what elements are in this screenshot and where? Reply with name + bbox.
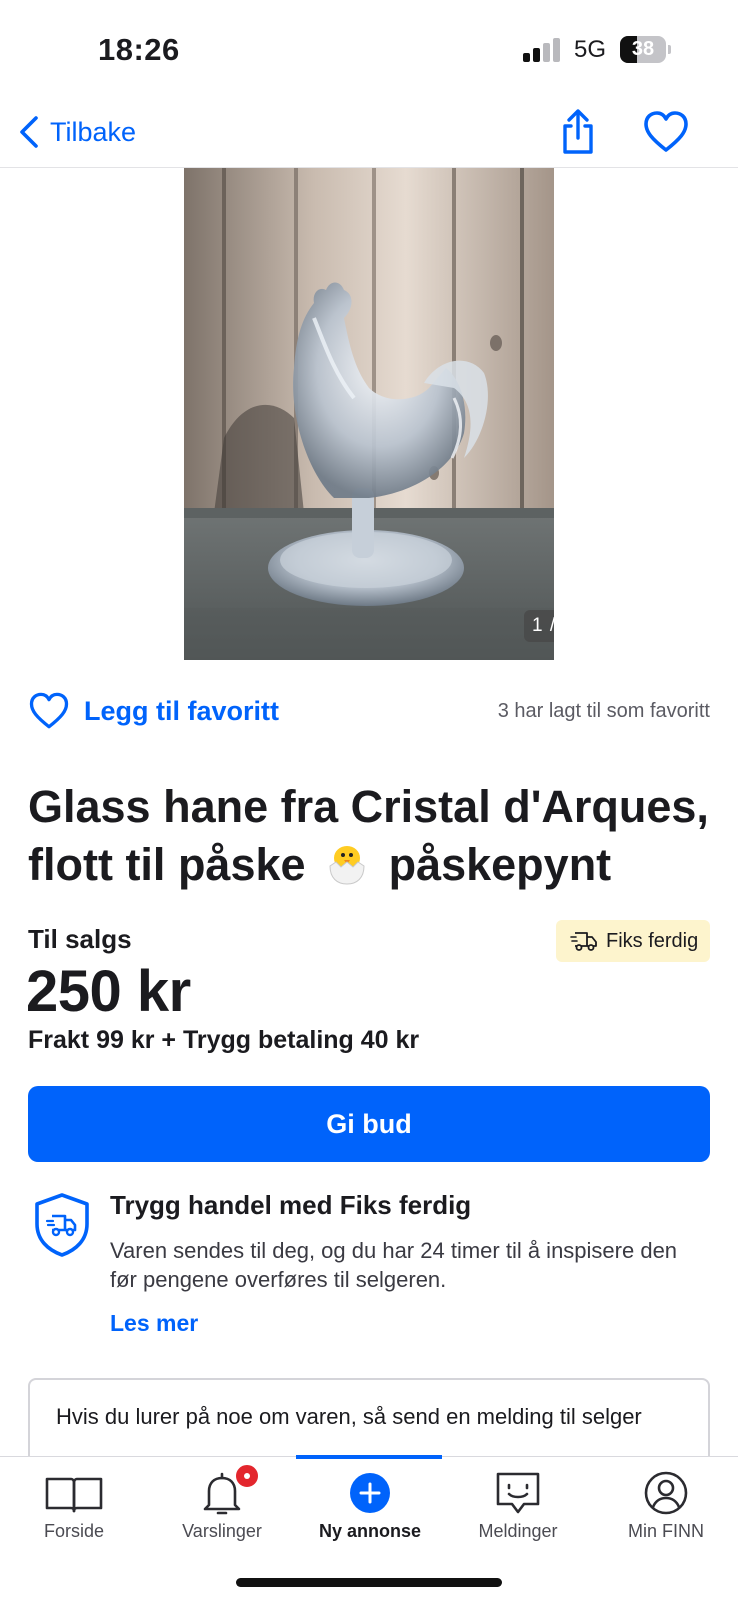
- make-bid-button[interactable]: Gi bud: [28, 1086, 710, 1162]
- heart-icon: [29, 692, 69, 729]
- tab-label: Ny annonse: [318, 1521, 422, 1541]
- status-bar: 18:26 5G 38: [0, 0, 738, 100]
- share-icon: [563, 109, 593, 154]
- safe-trade-title: Trygg handel med Fiks ferdig: [110, 1190, 472, 1220]
- listing-title: Glass hane fra Cristal d'Arques, flott t…: [28, 778, 718, 894]
- listing-title-suffix: påskepynt: [388, 839, 612, 890]
- battery-level: 38: [631, 38, 655, 60]
- tab-label: Min FINN: [628, 1521, 704, 1541]
- fiks-ferdig-label: Fiks ferdig: [606, 929, 699, 952]
- chevron-left-icon: [20, 116, 38, 148]
- sale-status: Til salgs: [28, 924, 132, 954]
- top-navigation: Tilbake: [0, 100, 738, 168]
- favorite-count: 3 har lagt til som favoritt: [497, 700, 710, 722]
- notification-badge: [234, 1463, 260, 1489]
- message-prompt: Hvis du lurer på noe om varen, så send e…: [56, 1404, 642, 1429]
- signal-icon: [523, 38, 563, 62]
- photo-counter: 1 / 9: [524, 610, 554, 642]
- tab-forside[interactable]: Forside: [0, 1457, 148, 1557]
- share-button[interactable]: [556, 108, 600, 156]
- safe-trade-text: Varen sendes til deg, og du har 24 timer…: [110, 1238, 678, 1292]
- listing-photo[interactable]: 1 / 9: [184, 168, 554, 660]
- home-indicator: [236, 1578, 502, 1587]
- read-more-link[interactable]: Les mer: [110, 1310, 198, 1337]
- tab-label: Forside: [43, 1521, 105, 1541]
- chat-icon: [496, 1472, 540, 1514]
- book-icon: [45, 1477, 103, 1513]
- price: 250 kr: [26, 959, 191, 1024]
- profile-icon: [644, 1471, 688, 1515]
- truck-icon: [570, 932, 597, 951]
- back-button[interactable]: Tilbake: [18, 110, 136, 154]
- fiks-ferdig-badge: Fiks ferdig: [556, 920, 710, 962]
- back-label: Tilbake: [50, 116, 137, 147]
- tab-ny-annonse[interactable]: Ny annonse: [296, 1457, 444, 1557]
- shield-truck-icon: [35, 1193, 89, 1257]
- tab-varslinger[interactable]: Varslinger: [148, 1457, 296, 1557]
- battery-icon: 38: [620, 36, 671, 63]
- heart-icon: [644, 111, 688, 152]
- tab-min-finn[interactable]: Min FINN: [592, 1457, 738, 1557]
- add-favorite-label: Legg til favoritt: [84, 695, 279, 726]
- plus-circle-icon: [350, 1473, 390, 1513]
- hatching-chick-icon: [329, 846, 365, 885]
- safe-trade-info: Trygg handel med Fiks ferdig Varen sende…: [28, 1188, 710, 1338]
- network-type: 5G: [574, 36, 607, 63]
- tab-meldinger[interactable]: Meldinger: [444, 1457, 592, 1557]
- tab-label: Meldinger: [478, 1521, 558, 1541]
- tab-label: Varslinger: [182, 1521, 262, 1541]
- favorite-button[interactable]: [642, 108, 690, 156]
- image-gallery: 1 / 9: [0, 168, 738, 660]
- add-favorite-button[interactable]: Legg til favoritt: [28, 688, 279, 734]
- shipping-cost: Frakt 99 kr + Trygg betaling 40 kr: [28, 1026, 420, 1054]
- favorite-row: Legg til favoritt 3 har lagt til som fav…: [28, 688, 710, 734]
- status-time: 18:26: [98, 32, 180, 67]
- rooster-photo: [184, 168, 554, 660]
